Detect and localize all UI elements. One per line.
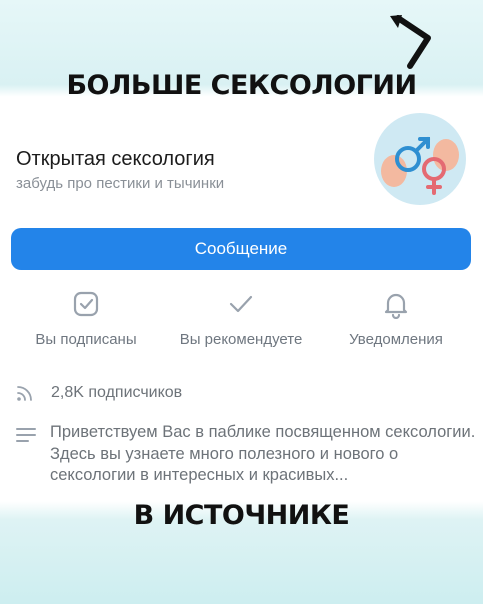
followers-count: 2,8K подписчиков <box>51 384 183 401</box>
community-card: Открытая сексология забудь про пестики и… <box>0 104 483 496</box>
curved-arrow-icon <box>390 15 431 69</box>
community-status: забудь про пестики и тычинки <box>16 175 225 192</box>
followers-row[interactable]: 2,8K подписчиков <box>16 384 182 402</box>
recommend-action[interactable]: Вы рекомендуете <box>171 289 311 349</box>
community-name: Открытая сексология <box>16 148 215 170</box>
message-button[interactable]: Сообщение <box>11 228 471 270</box>
banner-top-text: БОЛЬШЕ СЕКСОЛОГИИ <box>66 70 417 101</box>
community-avatar[interactable] <box>374 113 466 205</box>
checkmark-icon <box>229 295 253 313</box>
community-description[interactable]: Приветствуем Вас в паблике посвященном с… <box>50 422 480 487</box>
checkbox-square-icon <box>73 291 99 317</box>
notifications-label: Уведомления <box>349 331 443 348</box>
notifications-action[interactable]: Уведомления <box>326 289 466 349</box>
subscribed-label: Вы подписаны <box>35 331 137 348</box>
bell-icon <box>384 293 408 319</box>
rss-icon <box>17 386 32 401</box>
subscribed-action[interactable]: Вы подписаны <box>16 289 156 349</box>
text-lines-icon <box>16 428 36 442</box>
recommend-label: Вы рекомендуете <box>179 331 303 348</box>
gender-symbols-icon <box>381 137 459 195</box>
banner-bottom-text: В ИСТОЧНИКЕ <box>133 500 350 531</box>
